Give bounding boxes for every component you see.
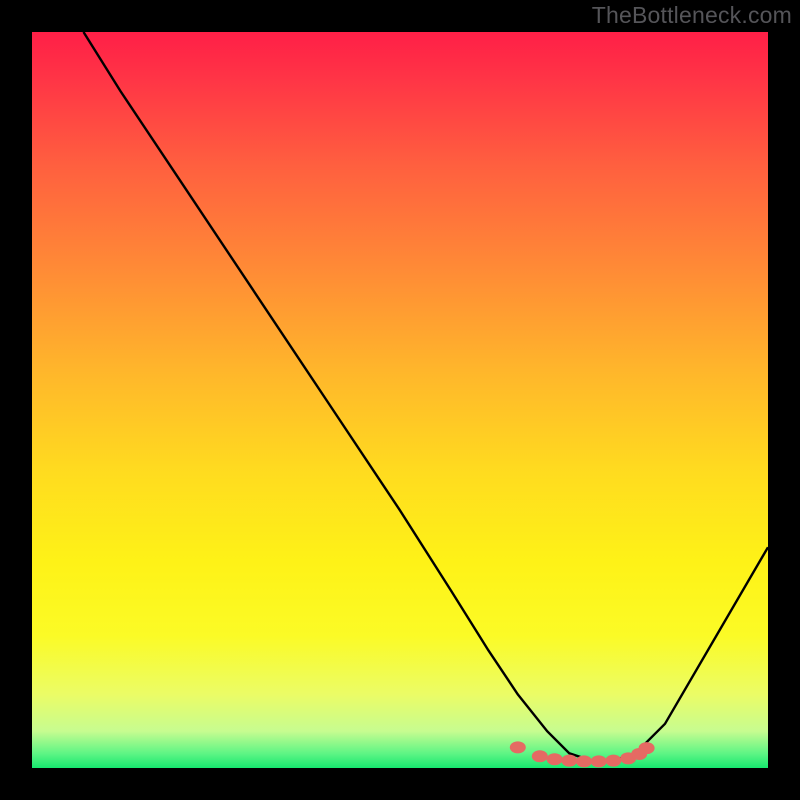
optimal-dot — [510, 741, 526, 753]
optimal-dot — [605, 755, 621, 767]
optimal-dot — [532, 750, 548, 762]
chart-frame: TheBottleneck.com — [0, 0, 800, 800]
plot-area — [32, 32, 768, 768]
watermark-text: TheBottleneck.com — [592, 2, 792, 29]
optimal-dot — [639, 742, 655, 754]
optimal-range-dots — [510, 741, 655, 767]
bottleneck-curve — [84, 32, 769, 761]
curve-overlay — [32, 32, 768, 768]
optimal-dot — [561, 755, 577, 767]
optimal-dot — [547, 753, 563, 765]
optimal-dot — [591, 755, 607, 767]
optimal-dot — [576, 755, 592, 767]
